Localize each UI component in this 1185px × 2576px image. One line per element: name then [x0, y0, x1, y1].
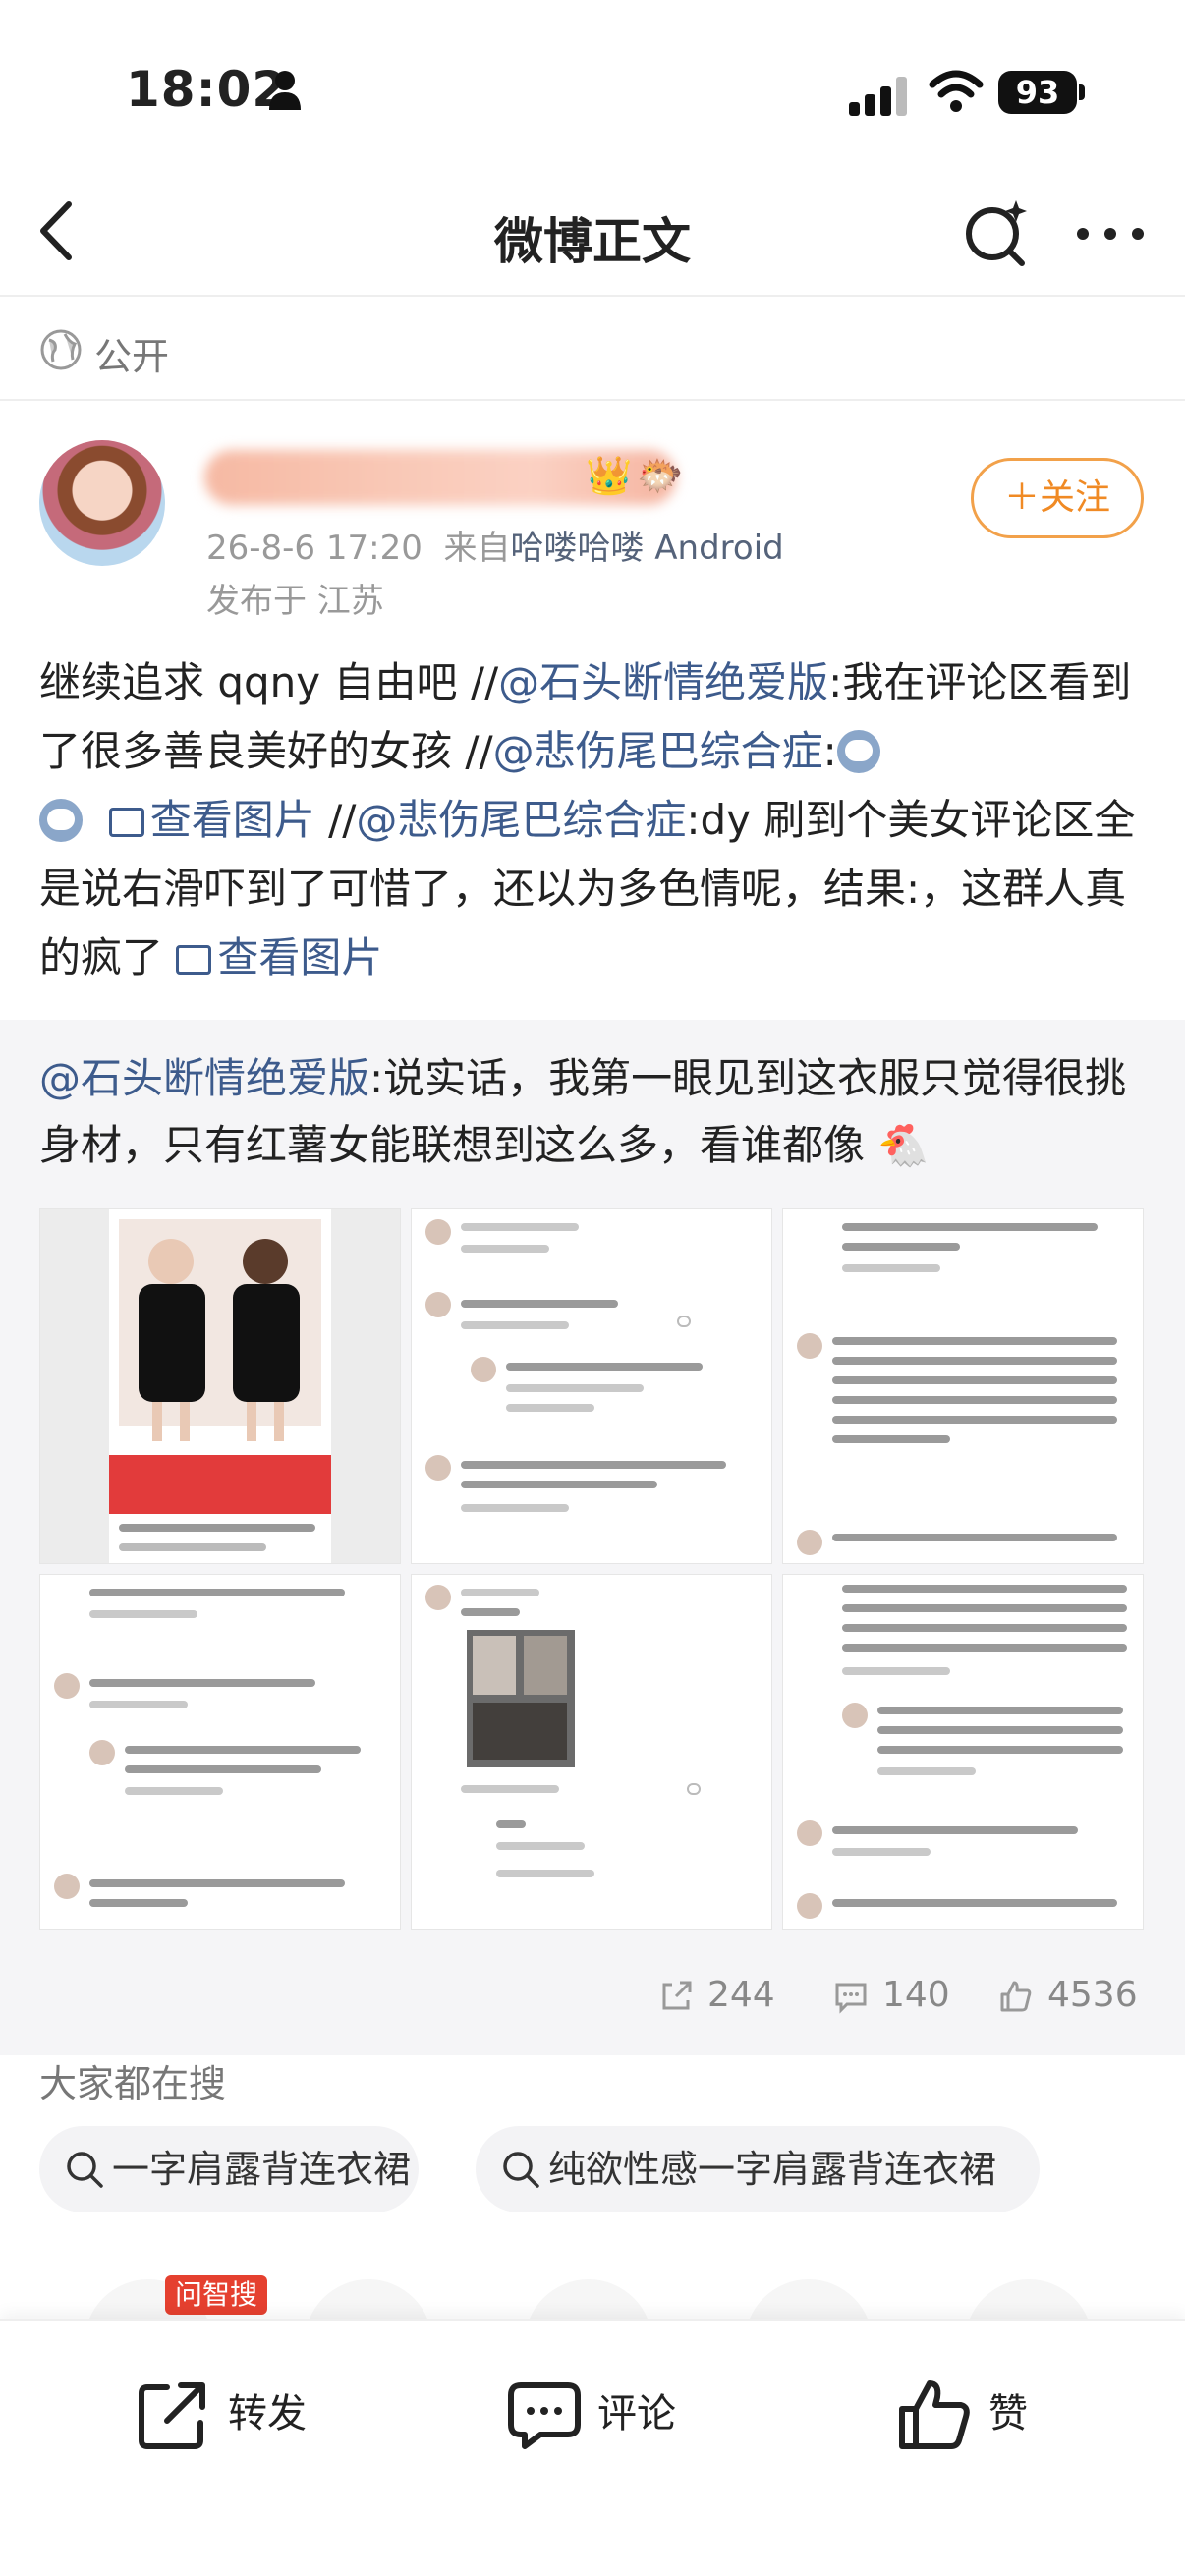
- globe-icon: [40, 329, 82, 370]
- like-count: 4536: [1047, 1975, 1138, 2015]
- avatar[interactable]: [39, 440, 165, 566]
- image-thumbnail[interactable]: [782, 1574, 1144, 1930]
- image-thumbnail[interactable]: [411, 1574, 772, 1930]
- fish-emoji: 🐡: [637, 454, 684, 497]
- search-chip[interactable]: 纯欲性感一字肩露背连衣裙: [476, 2126, 1040, 2212]
- repost-count-button[interactable]: 244: [658, 1975, 775, 2015]
- search-chip[interactable]: 一字肩露背连衣裙: [39, 2126, 419, 2212]
- mention-link[interactable]: @石头断情绝爱版: [39, 1054, 369, 1102]
- person-icon: [269, 71, 301, 110]
- nav-bar: 微博正文: [0, 167, 1185, 297]
- post-timestamp: 26-8-6 17:20: [206, 529, 423, 568]
- view-image-label: 查看图片: [149, 796, 315, 844]
- ai-search-badge[interactable]: 问智搜: [165, 2275, 268, 2315]
- battery-cap: [1079, 84, 1085, 100]
- comment-icon: [835, 1983, 867, 2014]
- like-label: 赞: [988, 2391, 1028, 2436]
- view-image-label: 查看图片: [217, 933, 383, 981]
- dog-emoji: [836, 730, 880, 773]
- post-source[interactable]: 哈喽哈喽 Android: [510, 529, 783, 568]
- retweet-card[interactable]: @石头断情绝爱版:说实话，我第一眼见到这衣服只觉得很挑身材，只有红薯女能联想到这…: [0, 1020, 1185, 2055]
- bottom-action-bar: 转发 评论 赞: [0, 2319, 1185, 2576]
- wifi-icon: [929, 70, 984, 112]
- visibility-label: 公开: [94, 335, 170, 378]
- share-icon: [662, 1981, 692, 2010]
- view-image-link[interactable]: 查看图片: [108, 796, 315, 844]
- more-icon[interactable]: [1073, 214, 1148, 253]
- like-count-button[interactable]: 4536: [998, 1975, 1138, 2015]
- like-button[interactable]: 赞: [898, 2370, 1045, 2458]
- chicken-emoji: 🐔: [877, 1121, 930, 1169]
- product-photo: [109, 1209, 331, 1563]
- comment-icon: [508, 2382, 581, 2449]
- battery-icon: 93: [998, 71, 1077, 114]
- comment-count-button[interactable]: 140: [833, 1975, 950, 2015]
- dog-emoji: [39, 799, 83, 842]
- post-meta: 26-8-6 17:20 来自哈喽哈喽 Android: [206, 521, 784, 569]
- image-icon: [176, 945, 212, 975]
- search-chip-label: 一字肩露背连衣裙: [112, 2148, 412, 2191]
- follow-button[interactable]: ＋关注: [971, 458, 1144, 538]
- stats-row: 244 140 4536: [0, 1963, 1185, 2042]
- retweet-text: @石头断情绝爱版:说实话，我第一眼见到这衣服只觉得很挑身材，只有红薯女能联想到这…: [39, 1045, 1150, 1179]
- share-icon: [139, 2382, 205, 2449]
- image-thumbnail[interactable]: [782, 1208, 1144, 1564]
- comment-label: 评论: [597, 2391, 676, 2436]
- search-chip-label: 纯欲性感一字肩露背连衣裙: [548, 2148, 997, 2191]
- image-icon: [108, 808, 144, 837]
- repost-button[interactable]: 转发: [138, 2370, 334, 2458]
- status-time: 18:02: [126, 61, 288, 118]
- mention-link[interactable]: @石头断情绝爱版: [498, 658, 828, 706]
- post-location: 发布于 江苏: [206, 582, 384, 621]
- source-prefix: 来自: [443, 529, 511, 568]
- like-icon: [899, 2380, 970, 2449]
- visibility-row: 公开: [0, 299, 1185, 401]
- image-thumbnail[interactable]: [411, 1208, 772, 1564]
- crown-emoji: 👑: [586, 454, 633, 497]
- search-icon: [67, 2152, 103, 2188]
- post-text-seg: :: [822, 727, 837, 775]
- comment-button[interactable]: 评论: [507, 2370, 704, 2458]
- search-section-title: 大家都在搜: [39, 2062, 227, 2105]
- search-icon: [503, 2152, 539, 2188]
- image-grid: [39, 1208, 1146, 1935]
- ai-search-icon[interactable]: [961, 196, 1032, 267]
- comment-count: 140: [882, 1975, 950, 2015]
- image-thumbnail[interactable]: [39, 1208, 401, 1564]
- status-bar: 18:02 93: [0, 0, 1185, 167]
- mention-link[interactable]: @悲伤尾巴综合症: [356, 796, 686, 844]
- view-image-link[interactable]: 查看图片: [176, 933, 382, 981]
- post-text-seg: 继续追求 qqny 自由吧 //: [39, 658, 499, 706]
- image-thumbnail[interactable]: [39, 1574, 401, 1930]
- post-text: 继续追求 qqny 自由吧 //@石头断情绝爱版:我在评论区看到了很多善良美好的…: [39, 648, 1150, 992]
- repost-count: 244: [707, 1975, 775, 2015]
- mention-link[interactable]: @悲伤尾巴综合症: [493, 727, 823, 775]
- like-icon: [1000, 1981, 1032, 2012]
- repost-label: 转发: [228, 2391, 307, 2436]
- post-text-seg: //: [314, 796, 357, 844]
